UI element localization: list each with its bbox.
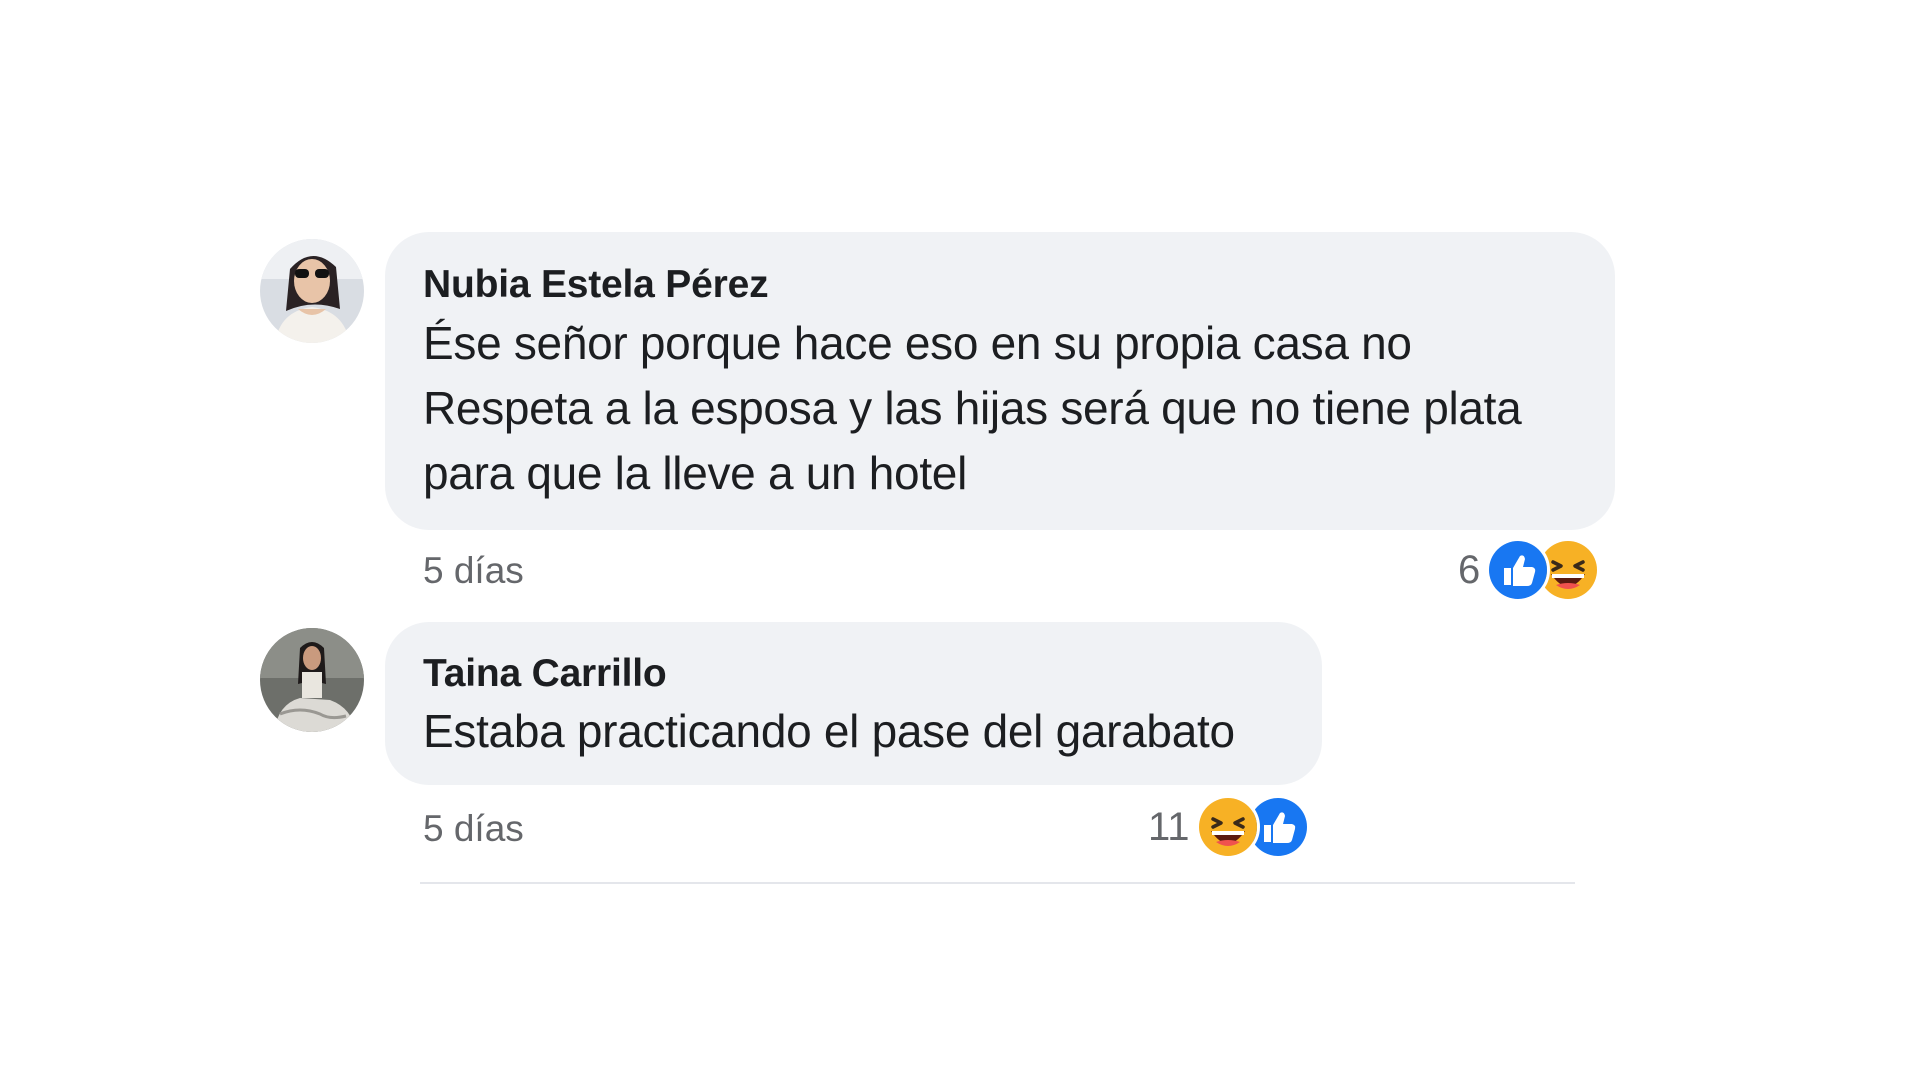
reaction-summary[interactable]: 6: [1458, 538, 1601, 602]
reaction-summary[interactable]: 11: [1148, 795, 1310, 859]
avatar-photo: [260, 239, 364, 343]
comment-author[interactable]: Nubia Estela Pérez: [423, 263, 769, 307]
reaction-count: 11: [1148, 804, 1190, 849]
haha-icon: [1195, 795, 1260, 859]
comment-author[interactable]: Taina Carrillo: [423, 652, 667, 696]
like-icon: [1486, 538, 1551, 602]
avatar[interactable]: [260, 628, 364, 732]
comment-text-line: Estaba practicando el pase del garabato: [423, 705, 1235, 757]
comment-timestamp[interactable]: 5 días: [423, 808, 524, 850]
comment-timestamp[interactable]: 5 días: [423, 550, 524, 592]
comment-text-line: Respeta a la esposa y las hijas será que…: [423, 382, 1522, 434]
divider: [420, 882, 1575, 884]
comments-section: Nubia Estela Pérez Ése señor porque hace…: [0, 0, 1920, 1080]
avatar-photo: [260, 628, 364, 732]
comment-text-line: Ése señor porque hace eso en su propia c…: [423, 317, 1412, 369]
avatar[interactable]: [260, 239, 364, 343]
reaction-count: 6: [1458, 547, 1481, 592]
comment-text-line: para que la lleve a un hotel: [423, 447, 968, 499]
